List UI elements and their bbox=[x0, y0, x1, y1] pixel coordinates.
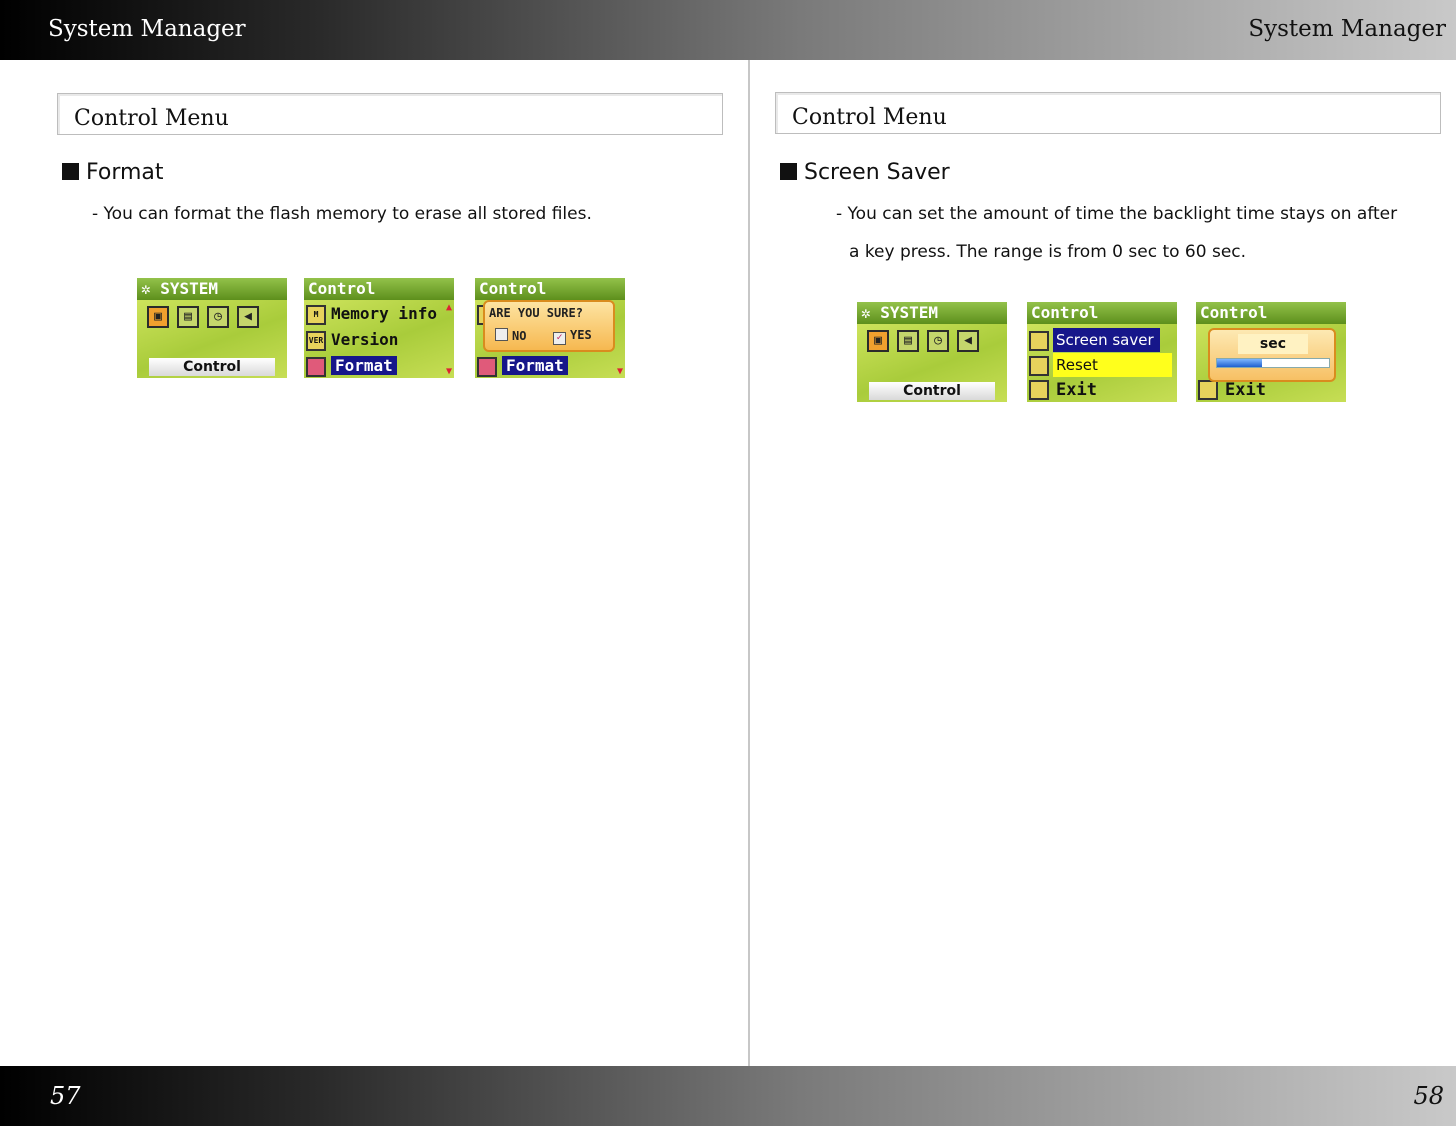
exit-icon: ◀ bbox=[957, 330, 979, 352]
exit-icon bbox=[1198, 380, 1218, 400]
left-section-title-box: Control Menu bbox=[57, 93, 723, 135]
format-icon bbox=[477, 356, 497, 377]
right-section-title-box: Control Menu bbox=[775, 92, 1441, 134]
menu-item-reset: Reset bbox=[1029, 353, 1175, 377]
menu-item-format: Format bbox=[477, 354, 623, 378]
square-bullet-icon bbox=[62, 163, 79, 180]
left-section-title: Control Menu bbox=[74, 106, 229, 131]
checkbox-icon bbox=[495, 328, 508, 341]
control-screen-header: Control bbox=[1027, 302, 1177, 324]
format-heading-text: Format bbox=[86, 160, 164, 185]
sec-level-track bbox=[1216, 358, 1330, 368]
sec-level-fill bbox=[1217, 359, 1262, 367]
screen-saver-icon bbox=[1029, 330, 1049, 351]
control-icon: ▣ bbox=[867, 330, 889, 352]
scroll-down-icon: ▼ bbox=[445, 366, 452, 377]
top-header-bar: System Manager System Manager bbox=[0, 0, 1456, 60]
control-label: Control bbox=[149, 358, 275, 376]
system-icon-row: ▣ ▤ ◷ ◀ bbox=[147, 306, 259, 328]
menu-item-memory-info: M Memory info bbox=[306, 302, 452, 326]
format-heading: Format bbox=[62, 160, 164, 185]
right-header-title: System Manager bbox=[1248, 16, 1446, 42]
confirm-dialog-title: ARE YOU SURE? bbox=[489, 306, 583, 320]
control-icon: ▣ bbox=[147, 306, 169, 328]
confirm-screen-header: Control bbox=[475, 278, 625, 300]
square-bullet-icon bbox=[780, 163, 797, 180]
menu-item-format: Format bbox=[306, 354, 452, 378]
display-icon: ▤ bbox=[897, 330, 919, 352]
right-section-title: Control Menu bbox=[792, 105, 947, 130]
page-divider bbox=[748, 60, 750, 1066]
control-screen-header: Control bbox=[304, 278, 454, 300]
option-no: NO bbox=[495, 328, 526, 343]
slider-screen-header: Control bbox=[1196, 302, 1346, 324]
format-description: - You can format the flash memory to era… bbox=[92, 204, 592, 224]
screen-saver-description-line2: a key press. The range is from 0 sec to … bbox=[849, 242, 1247, 262]
version-icon: VER bbox=[306, 330, 326, 351]
exit-icon: ◀ bbox=[237, 306, 259, 328]
format-icon bbox=[306, 356, 326, 377]
screen-saver-slider-screen-image: Control Exit sec bbox=[1196, 302, 1346, 402]
menu-item-version: VER Version bbox=[306, 328, 452, 352]
memory-icon: M bbox=[306, 304, 326, 325]
system-screen-image: ✲ SYSTEM ▣ ▤ ◷ ◀ Control bbox=[137, 278, 287, 378]
clock-icon: ◷ bbox=[207, 306, 229, 328]
scroll-down-icon: ▼ bbox=[616, 366, 623, 377]
control-menu-screen-image: Control ▲ M Memory info VER Version Format… bbox=[304, 278, 454, 378]
control-label: Control bbox=[869, 382, 995, 400]
screen-saver-heading: Screen Saver bbox=[780, 160, 950, 185]
reset-icon bbox=[1029, 355, 1049, 376]
right-page-number: 58 bbox=[1413, 1082, 1444, 1110]
clock-icon: ◷ bbox=[927, 330, 949, 352]
confirm-dialog: ARE YOU SURE? NO ✓ YES bbox=[483, 300, 615, 352]
exit-icon bbox=[1029, 380, 1049, 400]
option-yes: ✓ YES bbox=[553, 328, 592, 345]
system-screen-image: ✲ SYSTEM ▣ ▤ ◷ ◀ Control bbox=[857, 302, 1007, 402]
system-screen-header: ✲ SYSTEM bbox=[857, 302, 1007, 324]
format-confirm-screen-image: Control Format ▼ ARE YOU SURE? NO ✓ YES bbox=[475, 278, 625, 378]
checkmark-icon: ✓ bbox=[553, 332, 566, 345]
screen-saver-description-line1: - You can set the amount of time the bac… bbox=[836, 204, 1398, 224]
left-page-number: 57 bbox=[50, 1082, 81, 1110]
screen-saver-menu-screen-image: Control Screen saver Reset Exit bbox=[1027, 302, 1177, 402]
menu-item-exit: Exit bbox=[1029, 378, 1175, 402]
system-screen-header: ✲ SYSTEM bbox=[137, 278, 287, 300]
left-header-title: System Manager bbox=[48, 16, 246, 42]
bottom-footer-bar: 57 58 bbox=[0, 1066, 1456, 1126]
sec-dialog: sec bbox=[1208, 328, 1336, 382]
screen-saver-heading-text: Screen Saver bbox=[804, 160, 950, 185]
sec-label: sec bbox=[1238, 334, 1308, 354]
display-icon: ▤ bbox=[177, 306, 199, 328]
menu-item-screen-saver: Screen saver bbox=[1029, 328, 1175, 352]
system-icon-row: ▣ ▤ ◷ ◀ bbox=[867, 330, 979, 352]
